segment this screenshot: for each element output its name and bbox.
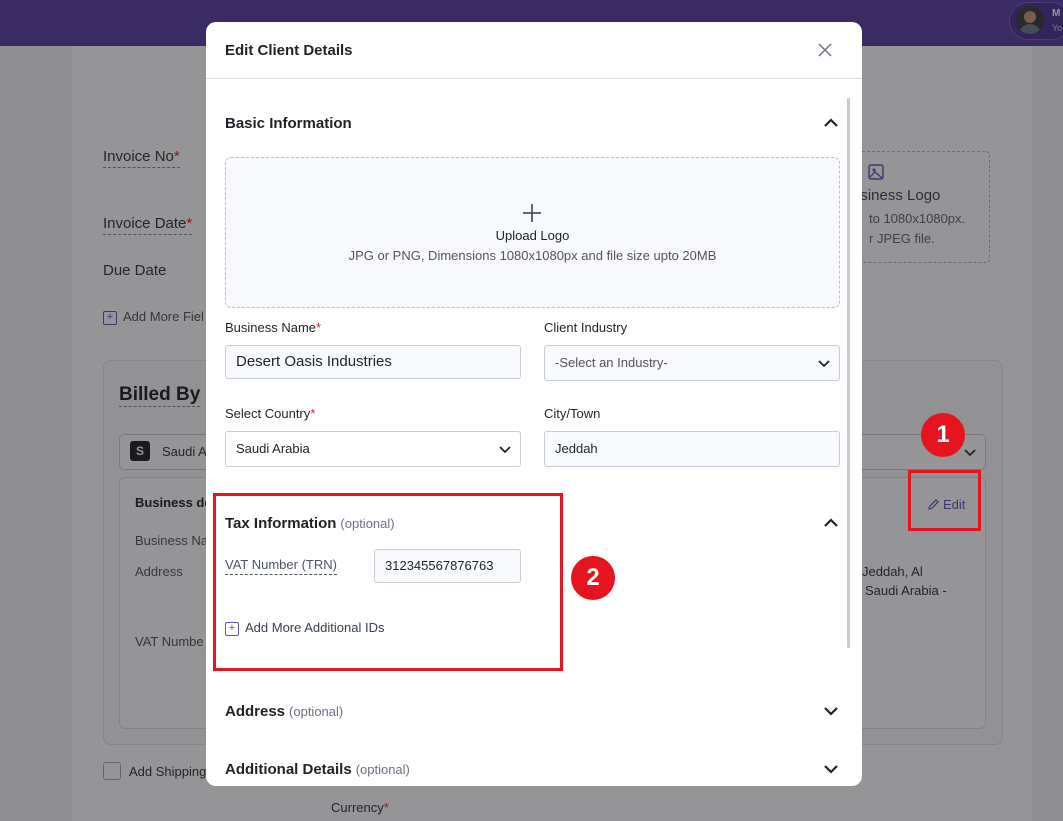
chevron-down-icon[interactable] [823,703,839,719]
modal-header: Edit Client Details [206,22,862,79]
chevron-up-icon[interactable] [823,515,839,531]
client-industry-value: -Select an Industry- [555,355,668,370]
additional-details-title: Additional Details (optional) [225,761,410,778]
basic-information-title: Basic Information [225,115,352,132]
country-select[interactable]: Saudi Arabia [225,431,521,467]
business-name-label: Business Name* [225,320,322,335]
highlight-box-edit [908,470,981,531]
upload-logo-title: Upload Logo [495,228,570,243]
modal-title: Edit Client Details [225,42,353,59]
chevron-down-icon [818,360,830,368]
highlight-box-tax [213,493,563,671]
edit-client-modal: Edit Client Details Basic Information Up… [206,22,862,786]
city-label: City/Town [544,406,601,421]
chevron-up-icon[interactable] [823,115,839,131]
country-value: Saudi Arabia [236,441,310,456]
modal-scrollbar[interactable] [847,98,850,648]
address-section-title: Address (optional) [225,703,344,720]
client-industry-select[interactable]: -Select an Industry- [544,345,840,381]
country-label: Select Country* [225,406,316,421]
client-industry-label: Client Industry [544,320,628,335]
upload-logo-dropzone[interactable]: Upload Logo JPG or PNG, Dimensions 1080x… [225,157,840,308]
upload-logo-hint: JPG or PNG, Dimensions 1080x1080px and f… [348,248,717,263]
plus-icon [523,204,541,222]
close-icon[interactable] [816,41,834,59]
business-name-input[interactable]: Desert Oasis Industries [225,345,521,379]
city-input[interactable]: Jeddah [544,431,840,467]
chevron-down-icon [499,446,511,454]
annotation-badge-2: 2 [571,556,615,600]
chevron-down-icon[interactable] [823,761,839,777]
annotation-badge-1: 1 [921,413,965,457]
